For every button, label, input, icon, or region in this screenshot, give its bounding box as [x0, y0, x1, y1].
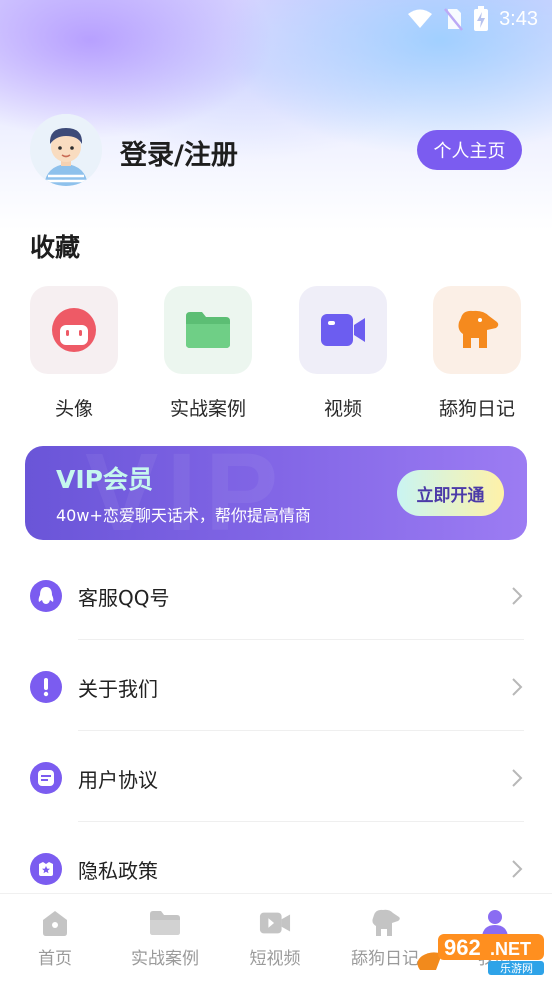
menu-label: 隐私政策 — [78, 859, 158, 883]
status-time: 3:43 — [499, 7, 538, 30]
favorite-label: 视频 — [323, 398, 362, 420]
avatar[interactable] — [30, 114, 102, 186]
favorite-tile — [30, 286, 118, 374]
video-camera-icon — [321, 314, 365, 346]
vip-activate-button[interactable]: 立即开通 — [397, 470, 504, 516]
chevron-right-icon — [512, 860, 523, 878]
document-icon — [30, 762, 62, 794]
tab-label: 短视频 — [249, 949, 301, 969]
status-icons: 3:43 — [407, 6, 538, 32]
favorites-title: 收藏 — [30, 233, 81, 262]
dog-icon — [369, 908, 401, 938]
tab-home[interactable]: 首页 — [0, 894, 110, 981]
vip-title: VIP会员 — [56, 465, 153, 494]
avatar-face-icon — [52, 308, 96, 352]
watermark-number: 962 — [444, 935, 481, 960]
menu-item-user-agreement[interactable]: 用户协议 — [30, 732, 524, 822]
favorite-tile — [299, 286, 387, 374]
watermark-net: .NET — [490, 939, 531, 959]
folder-icon — [186, 312, 230, 348]
favorite-item-avatar[interactable]: 头像 — [14, 286, 134, 426]
boy-avatar-icon — [30, 114, 102, 186]
vip-banner[interactable]: VIP VIP会员 40w+恋爱聊天话术，帮你提高情商 立即开通 — [25, 446, 527, 540]
no-sim-icon — [444, 8, 464, 31]
site-watermark-logo: 962 .NET 乐游网 — [412, 930, 548, 976]
chevron-right-icon — [512, 678, 523, 696]
favorite-tile — [433, 286, 521, 374]
menu-divider — [78, 821, 524, 822]
favorite-label: 实战案例 — [169, 398, 246, 420]
menu-item-about[interactable]: 关于我们 — [30, 641, 524, 731]
battery-charging-icon — [474, 6, 489, 31]
status-bar: 3:43 — [0, 0, 552, 36]
menu-label: 关于我们 — [78, 677, 158, 701]
favorite-item-cases[interactable]: 实战案例 — [148, 286, 268, 426]
favorite-tile — [164, 286, 252, 374]
favorite-item-video[interactable]: 视频 — [283, 286, 403, 426]
video-icon — [259, 908, 291, 938]
tab-short-video[interactable]: 短视频 — [220, 894, 330, 981]
vip-subtitle: 40w+恋爱聊天话术，帮你提高情商 — [56, 506, 311, 525]
menu-divider — [78, 730, 524, 731]
info-exclamation-icon — [30, 671, 62, 703]
menu-item-qq[interactable]: 客服QQ号 — [30, 550, 524, 640]
tab-cases[interactable]: 实战案例 — [110, 894, 220, 981]
favorite-label: 舔狗日记 — [438, 398, 515, 420]
wifi-icon — [408, 9, 433, 28]
login-register-link[interactable]: 登录/注册 — [120, 133, 238, 172]
menu-divider — [78, 639, 524, 640]
menu-label: 用户协议 — [78, 768, 158, 792]
shield-star-icon — [30, 853, 62, 885]
chevron-right-icon — [512, 769, 523, 787]
folder-icon — [149, 908, 181, 938]
tab-label: 首页 — [38, 949, 72, 969]
dog-icon — [458, 310, 499, 348]
favorite-label: 头像 — [54, 398, 93, 420]
qq-penguin-icon — [30, 580, 62, 612]
home-icon — [39, 908, 71, 938]
favorite-item-dog-diary[interactable]: 舔狗日记 — [417, 286, 537, 426]
chevron-right-icon — [512, 587, 523, 605]
tab-label: 实战案例 — [131, 949, 199, 969]
menu-label: 客服QQ号 — [78, 586, 170, 610]
profile-button[interactable]: 个人主页 — [417, 130, 522, 170]
watermark-cn: 乐游网 — [500, 962, 533, 975]
